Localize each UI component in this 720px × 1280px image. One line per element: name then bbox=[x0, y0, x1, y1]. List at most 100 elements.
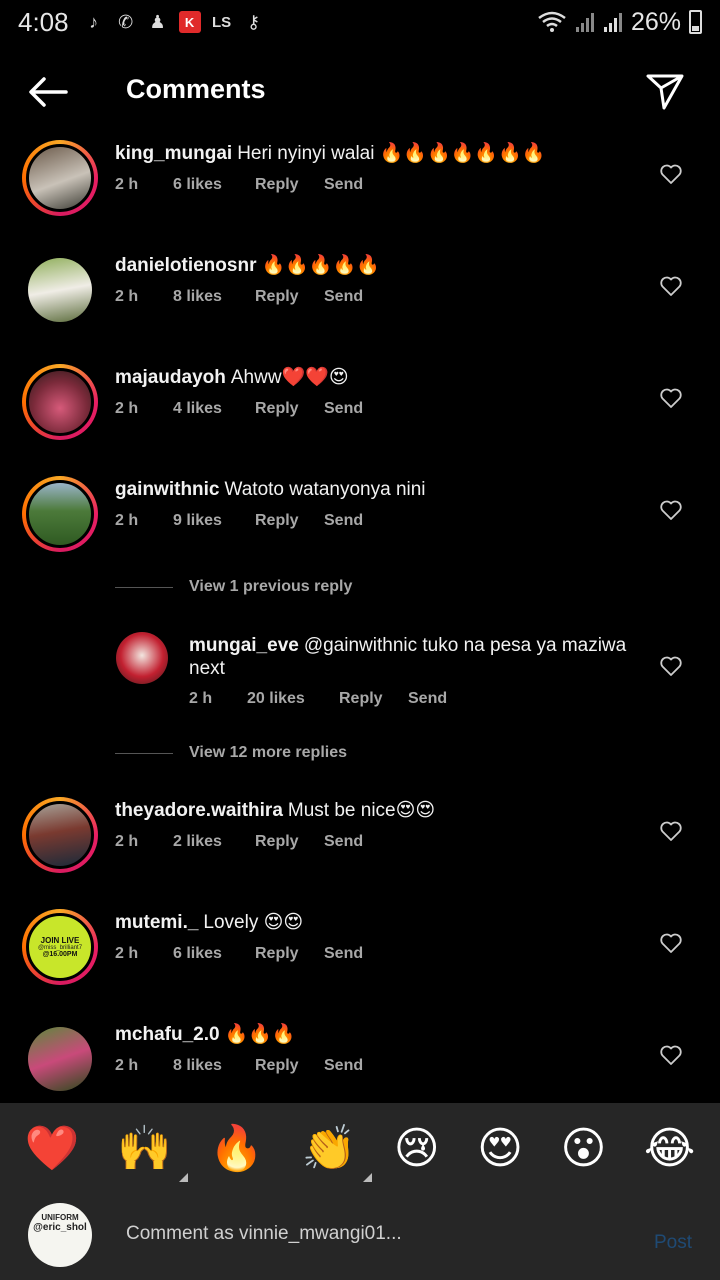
kilimall-icon: K bbox=[178, 11, 201, 33]
signal-icon-1 bbox=[575, 13, 594, 32]
send-button[interactable]: Send bbox=[324, 400, 363, 418]
comment-time: 2 h bbox=[115, 288, 139, 305]
like-heart-icon[interactable] bbox=[659, 274, 683, 298]
comment-time: 2 h bbox=[115, 1057, 139, 1074]
comment-likes[interactable]: 2 likes bbox=[173, 833, 255, 851]
comment-text: theyadore.waithira Must be nice😍😍 bbox=[115, 800, 436, 821]
comment-input[interactable] bbox=[126, 1223, 606, 1245]
avatar[interactable] bbox=[22, 476, 98, 552]
like-heart-icon[interactable] bbox=[659, 654, 683, 678]
divider-line bbox=[115, 752, 173, 754]
comment-text: gainwithnic Watoto watanyonya nini bbox=[115, 479, 426, 500]
send-button[interactable]: Send bbox=[324, 176, 363, 194]
surprised-emoji-button[interactable]: 😮 bbox=[560, 1124, 606, 1174]
send-button[interactable]: Send bbox=[324, 945, 363, 963]
avatar-badge-line3: @16.00PM bbox=[42, 951, 78, 958]
view-more-replies[interactable]: View 12 more replies bbox=[115, 744, 347, 762]
comment-time: 2 h bbox=[115, 945, 139, 962]
heart-emoji-button[interactable]: ❤️ bbox=[25, 1124, 80, 1174]
avatar[interactable] bbox=[22, 797, 98, 873]
view-previous-replies[interactable]: View 1 previous reply bbox=[115, 578, 352, 596]
reply-button[interactable]: Reply bbox=[255, 400, 324, 418]
comment-meta: 2 h 8 likes Reply Send bbox=[115, 1057, 363, 1075]
send-button[interactable]: Send bbox=[408, 690, 447, 708]
tiktok-icon: ♪ bbox=[89, 11, 99, 32]
avatar[interactable] bbox=[22, 364, 98, 440]
clap-emoji-button[interactable]: 👏 bbox=[302, 1124, 373, 1182]
reply-button[interactable]: Reply bbox=[339, 690, 408, 708]
direct-message-icon[interactable] bbox=[644, 70, 686, 112]
comment-meta: 2 h 6 likes Reply Send bbox=[115, 176, 363, 194]
comment-time: 2 h bbox=[115, 176, 139, 193]
reply-button[interactable]: Reply bbox=[255, 1057, 324, 1075]
comment-meta: 2 h 6 likes Reply Send bbox=[115, 945, 363, 963]
reply-button[interactable]: Reply bbox=[255, 833, 324, 851]
post-button[interactable]: Post bbox=[654, 1232, 692, 1254]
comment-text: king_mungai Heri nyinyi walai 🔥🔥🔥🔥🔥🔥🔥 bbox=[115, 143, 546, 164]
avatar[interactable] bbox=[28, 258, 92, 322]
comment-meta: 2 h 4 likes Reply Send bbox=[115, 400, 363, 418]
comment-username[interactable]: king_mungai bbox=[115, 143, 232, 164]
raising-hands-emoji-button[interactable]: 🙌 bbox=[117, 1124, 188, 1182]
comment-likes[interactable]: 20 likes bbox=[247, 690, 339, 708]
comment-username[interactable]: mutemi._ bbox=[115, 912, 198, 933]
comment-text: danielotienosnr 🔥🔥🔥🔥🔥 bbox=[115, 255, 380, 276]
comment-likes[interactable]: 9 likes bbox=[173, 512, 255, 530]
crying-emoji-button[interactable]: 😢 bbox=[394, 1124, 440, 1174]
reply-button[interactable]: Reply bbox=[255, 945, 324, 963]
reply-button[interactable]: Reply bbox=[255, 176, 324, 194]
battery-percent: 26% bbox=[630, 7, 681, 36]
key-icon: ⚷ bbox=[247, 11, 261, 32]
avatar[interactable] bbox=[28, 1027, 92, 1091]
send-button[interactable]: Send bbox=[324, 288, 363, 306]
comment-likes[interactable]: 6 likes bbox=[173, 945, 255, 963]
reply-button[interactable]: Reply bbox=[255, 512, 324, 530]
comment-meta: 2 h 2 likes Reply Send bbox=[115, 833, 363, 851]
like-heart-icon[interactable] bbox=[659, 162, 683, 186]
comment-time: 2 h bbox=[115, 833, 139, 850]
comment-likes[interactable]: 4 likes bbox=[173, 400, 255, 418]
comment-meta: 2 h 20 likes Reply Send bbox=[189, 690, 447, 708]
back-arrow-icon[interactable] bbox=[26, 72, 70, 112]
comment-username[interactable]: theyadore.waithira bbox=[115, 800, 283, 821]
send-button[interactable]: Send bbox=[324, 833, 363, 851]
send-button[interactable]: Send bbox=[324, 512, 363, 530]
comment-time: 2 h bbox=[115, 400, 139, 417]
comment-username[interactable]: majaudayoh bbox=[115, 367, 226, 388]
comment-meta: 2 h 9 likes Reply Send bbox=[115, 512, 363, 530]
comment-username[interactable]: mchafu_2.0 bbox=[115, 1024, 220, 1045]
avatar[interactable]: JOIN LIVE @miss_brilliant7 @16.00PM bbox=[22, 909, 98, 985]
like-heart-icon[interactable] bbox=[659, 498, 683, 522]
comment-text: majaudayoh Ahww❤️❤️😍 bbox=[115, 367, 349, 388]
comment-likes[interactable]: 8 likes bbox=[173, 288, 255, 306]
like-heart-icon[interactable] bbox=[659, 1043, 683, 1067]
comment-text: mungai_eve @gainwithnic tuko na pesa ya m… bbox=[189, 635, 627, 679]
status-bar: 4:08 ♪ ✆ ♟ K LS ⚷ 26% bbox=[0, 0, 720, 44]
comment-username[interactable]: mungai_eve bbox=[189, 635, 299, 656]
avatar[interactable] bbox=[116, 632, 168, 684]
page-title: Comments bbox=[126, 74, 266, 104]
my-avatar: UNIFORM @eric_shol bbox=[28, 1203, 92, 1267]
comment-time: 2 h bbox=[115, 512, 139, 529]
heart-eyes-emoji-button[interactable]: 😍 bbox=[477, 1124, 523, 1174]
avatar[interactable] bbox=[22, 140, 98, 216]
signal-icon-2 bbox=[603, 13, 622, 32]
fire-emoji-button[interactable]: 🔥 bbox=[209, 1124, 264, 1174]
divider-line bbox=[115, 586, 173, 588]
comment-meta: 2 h 8 likes Reply Send bbox=[115, 288, 363, 306]
app-icon: ♟ bbox=[149, 11, 166, 32]
wifi-icon bbox=[538, 11, 566, 32]
whatsapp-icon: ✆ bbox=[118, 11, 134, 32]
send-button[interactable]: Send bbox=[324, 1057, 363, 1075]
comment-likes[interactable]: 6 likes bbox=[173, 176, 255, 194]
reply-button[interactable]: Reply bbox=[255, 288, 324, 306]
like-heart-icon[interactable] bbox=[659, 386, 683, 410]
comment-text: mchafu_2.0 🔥🔥🔥 bbox=[115, 1024, 296, 1045]
comment-username[interactable]: gainwithnic bbox=[115, 479, 220, 500]
laughing-emoji-button[interactable]: 😂 bbox=[644, 1124, 695, 1174]
like-heart-icon[interactable] bbox=[659, 819, 683, 843]
notification-icons: ♪ ✆ ♟ K LS ⚷ bbox=[83, 11, 265, 33]
comment-likes[interactable]: 8 likes bbox=[173, 1057, 255, 1075]
like-heart-icon[interactable] bbox=[659, 931, 683, 955]
comment-username[interactable]: danielotienosnr bbox=[115, 255, 256, 276]
